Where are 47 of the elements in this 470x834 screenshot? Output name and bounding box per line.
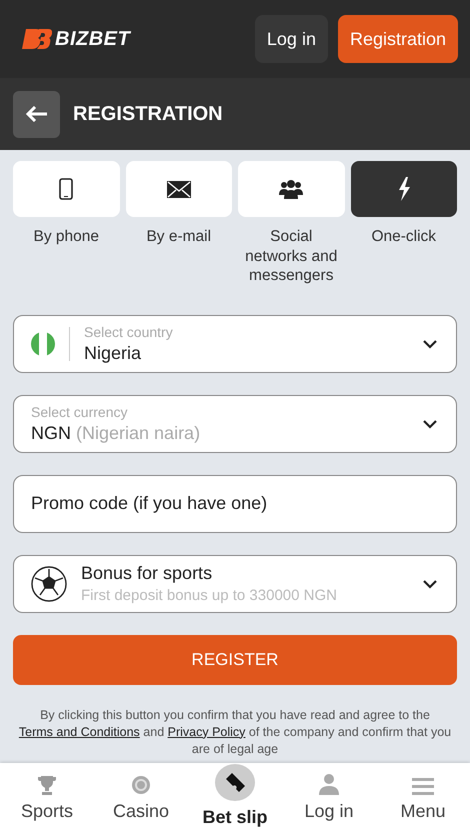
method-label: By e-mail xyxy=(146,227,212,246)
method-tab[interactable] xyxy=(126,161,232,217)
method-tab[interactable] xyxy=(238,161,344,217)
user-icon xyxy=(318,773,340,795)
lightning-icon xyxy=(396,177,411,201)
field-label: Select currency xyxy=(31,404,128,420)
register-button[interactable]: REGISTER xyxy=(13,634,457,684)
registration-button[interactable]: Registration xyxy=(338,15,458,63)
page-title: REGISTRATION xyxy=(73,102,223,126)
trophy-icon xyxy=(37,775,57,795)
promo-code-field[interactable]: Promo code (if you have one) xyxy=(13,474,457,532)
terms-link[interactable]: Terms and Conditions xyxy=(18,724,140,738)
logo-mark-icon xyxy=(22,29,52,49)
method-tab[interactable] xyxy=(350,161,457,217)
country-select[interactable]: Select country Nigeria xyxy=(13,314,457,372)
bonus-description: First deposit bonus up to 330000 NGN xyxy=(81,587,338,604)
chip-icon xyxy=(131,775,151,795)
bonus-select[interactable]: Bonus for sports First deposit bonus up to 330000 NGN xyxy=(13,554,457,612)
phone-icon xyxy=(59,178,74,200)
field-value: NGN (Nigerian naira) xyxy=(31,422,202,444)
menu-icon xyxy=(412,777,434,795)
back-button[interactable] xyxy=(13,90,60,138)
nav-item[interactable]: Sports xyxy=(0,763,94,834)
logo-text: BIZBET xyxy=(55,28,130,50)
field-label: Select country xyxy=(84,324,174,340)
field-value: Nigeria xyxy=(84,342,142,364)
soccer-ball-icon xyxy=(31,566,67,602)
privacy-link[interactable]: Privacy Policy xyxy=(168,724,246,738)
nav-item[interactable]: Bet slip xyxy=(188,763,282,834)
chevron-down-icon xyxy=(422,338,438,348)
method-label: Social networks and messengers xyxy=(244,227,338,286)
login-button[interactable]: Log in xyxy=(254,15,328,63)
field-value: Bonus for sports xyxy=(81,563,214,584)
method-label: By phone xyxy=(34,227,99,246)
nav-item[interactable]: Casino xyxy=(94,763,188,834)
method-label: One-click xyxy=(371,227,436,246)
back-arrow-icon xyxy=(26,106,48,122)
chevron-down-icon xyxy=(422,418,438,428)
chevron-down-icon xyxy=(422,578,438,588)
nav-item[interactable]: Log in xyxy=(282,763,376,834)
people-icon xyxy=(279,180,304,198)
envelope-icon xyxy=(166,180,191,198)
nav-item[interactable]: Menu xyxy=(376,763,470,834)
ticket-icon xyxy=(224,772,246,794)
legal-notice: By clicking this button you confirm that you have read and agree to the Terms and Conditions and Privacy Policy of the company and confirm that you are of legal age xyxy=(18,706,452,758)
flag-icon xyxy=(31,332,55,356)
currency-select[interactable]: Select currency NGN (Nigerian naira) xyxy=(13,394,457,452)
